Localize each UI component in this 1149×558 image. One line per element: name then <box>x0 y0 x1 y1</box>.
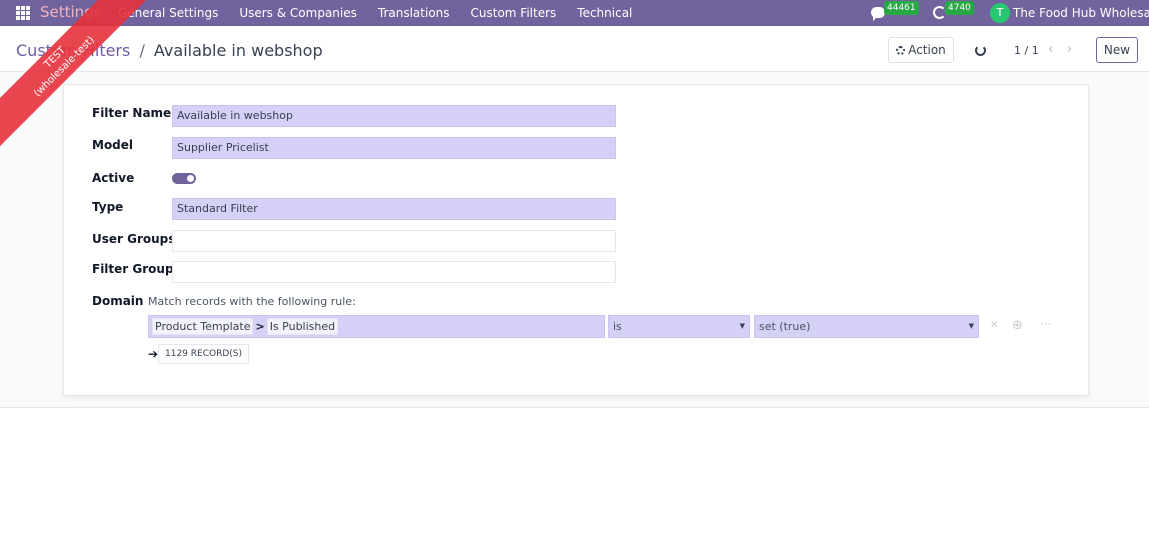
model-field[interactable]: Supplier Pricelist <box>172 137 616 159</box>
top-navbar: Settings General Settings Users & Compan… <box>0 0 1149 26</box>
action-label: Action <box>908 43 946 57</box>
pager-next-icon[interactable]: › <box>1067 42 1072 57</box>
company-avatar[interactable]: T <box>990 3 1010 23</box>
menu-translations[interactable]: Translations <box>378 6 450 20</box>
more-options-icon[interactable]: ··· <box>1040 317 1051 331</box>
activities-count-badge: 4740 <box>945 1 974 15</box>
messages-count-badge: 44461 <box>884 1 919 15</box>
breadcrumb-current: Available in webshop <box>153 41 323 60</box>
menu-technical[interactable]: Technical <box>577 6 632 20</box>
active-label: Active <box>92 171 135 185</box>
messages-icon[interactable] <box>871 7 885 21</box>
delete-rule-icon[interactable]: ✕ <box>990 320 998 331</box>
main-menu: General Settings Users & Companies Trans… <box>118 6 653 20</box>
control-panel: Custom Filters / Available in webshop Ac… <box>0 26 1149 72</box>
company-switcher[interactable]: The Food Hub Wholesale <box>1013 6 1149 20</box>
user-groups-field[interactable] <box>172 230 616 252</box>
path-chip-product-template: Product Template <box>152 318 254 335</box>
chevron-down-icon: ▼ <box>968 322 974 330</box>
active-toggle[interactable] <box>172 173 196 184</box>
pager-value[interactable]: 1 / 1 <box>1014 44 1039 57</box>
refresh-icon[interactable] <box>975 45 986 56</box>
type-label: Type <box>92 200 124 214</box>
breadcrumb-separator: / <box>139 41 145 60</box>
domain-operator-select[interactable]: is ▼ <box>608 315 750 338</box>
action-button[interactable]: Action <box>888 37 954 63</box>
arrow-right-icon: ➔ <box>148 347 159 361</box>
filter-name-field[interactable]: Available in webshop <box>172 105 616 127</box>
menu-custom-filters[interactable]: Custom Filters <box>471 6 557 20</box>
filter-group-field[interactable] <box>172 261 616 283</box>
chevron-down-icon: ▼ <box>739 322 745 330</box>
operator-value: is <box>613 320 622 333</box>
new-button[interactable]: New <box>1096 37 1138 63</box>
add-rule-icon[interactable]: ⊕ <box>1012 318 1023 333</box>
filter-group-label: Filter Group <box>92 262 174 276</box>
model-label: Model <box>92 138 134 152</box>
gear-icon <box>896 46 906 55</box>
apps-menu-icon[interactable] <box>16 6 30 20</box>
records-count-button[interactable]: 1129 RECORD(S) <box>158 344 249 364</box>
filter-name-label: Filter Name <box>92 106 172 120</box>
domain-description: Match records with the following rule: <box>148 295 356 308</box>
rule-value: set (true) <box>759 320 811 333</box>
domain-label: Domain <box>92 294 144 308</box>
type-field[interactable]: Standard Filter <box>172 198 616 220</box>
chevron-right-icon: > <box>255 320 265 333</box>
domain-path-field[interactable]: Product Template > Is Published <box>148 315 605 338</box>
user-groups-label: User Groups <box>92 232 176 246</box>
domain-value-select[interactable]: set (true) ▼ <box>754 315 979 338</box>
menu-users-companies[interactable]: Users & Companies <box>239 6 357 20</box>
pager-previous-icon[interactable]: ‹ <box>1048 42 1053 57</box>
path-chip-is-published: Is Published <box>266 318 339 335</box>
